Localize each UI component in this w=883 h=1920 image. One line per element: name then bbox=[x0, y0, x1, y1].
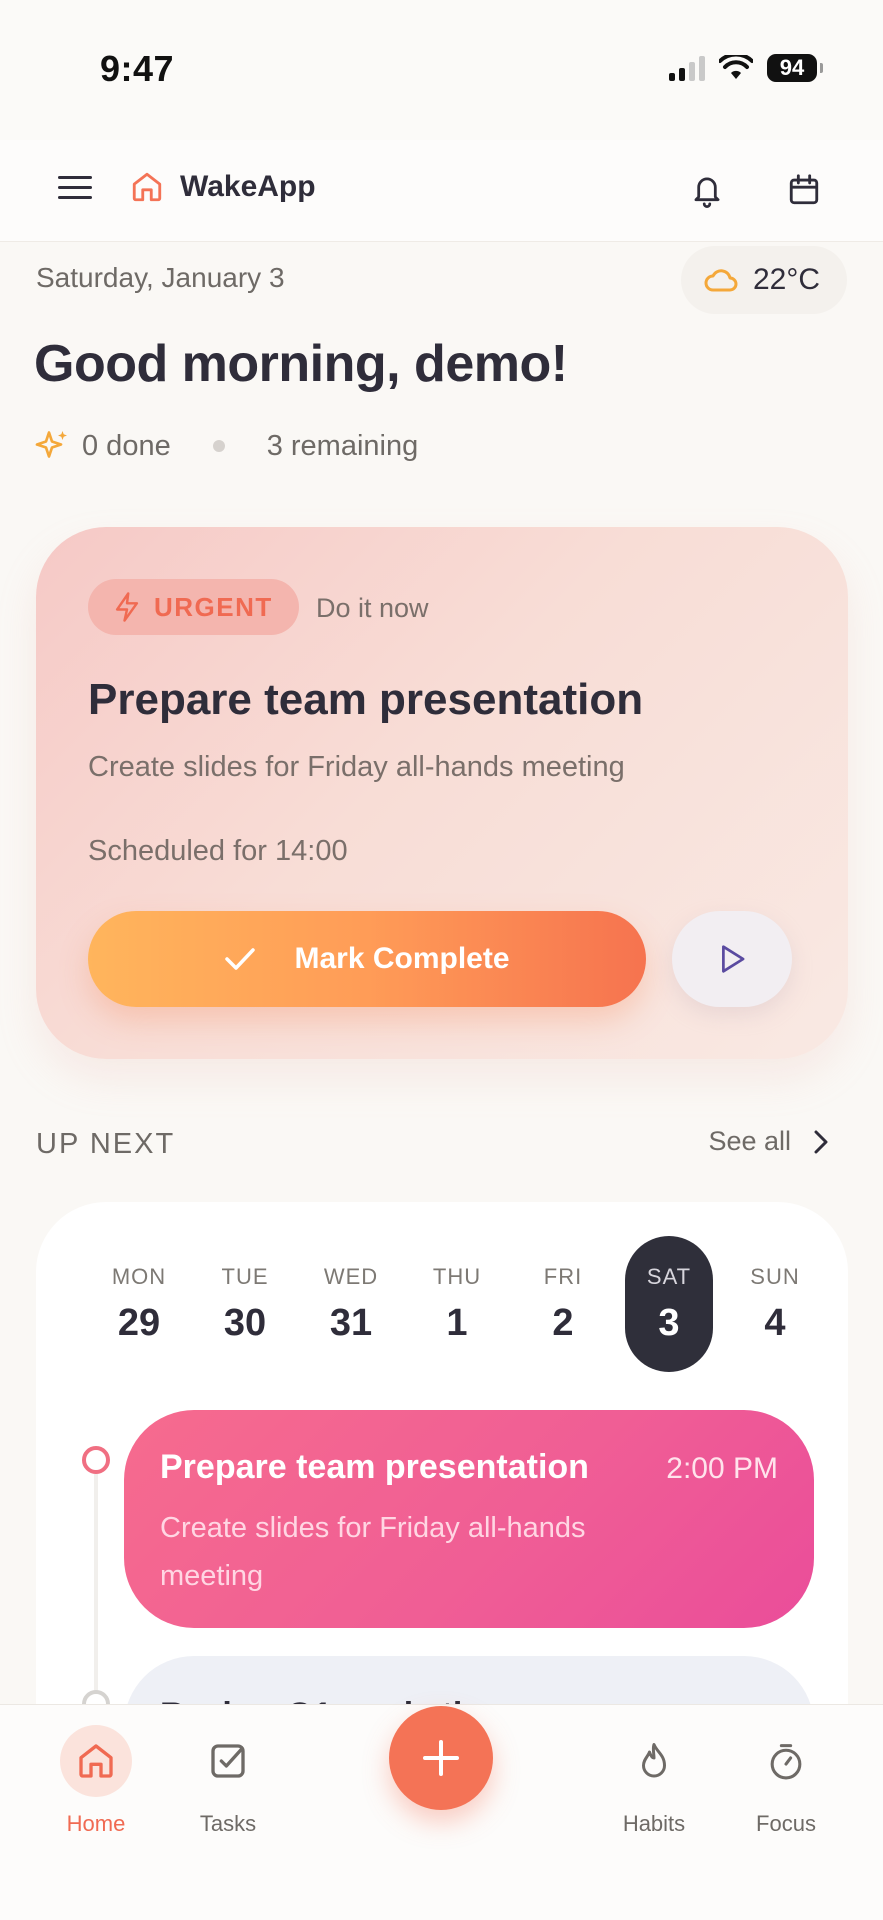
menu-button[interactable] bbox=[58, 176, 92, 206]
status-time: 9:47 bbox=[100, 48, 175, 89]
add-task-button[interactable] bbox=[389, 1706, 493, 1810]
top-nav: WakeApp bbox=[0, 140, 883, 242]
bell-icon bbox=[694, 177, 720, 208]
tab-label: Tasks bbox=[199, 1811, 257, 1836]
day-fri[interactable]: FRI 2 bbox=[510, 1236, 616, 1372]
event-card[interactable]: Prepare team presentation 2:00 PM Create… bbox=[124, 1410, 814, 1628]
timer-icon bbox=[750, 1725, 822, 1797]
tab-label: Habits bbox=[622, 1811, 686, 1836]
urgent-label: URGENT bbox=[154, 591, 273, 622]
calendar-button[interactable] bbox=[782, 168, 826, 212]
wifi-icon bbox=[719, 55, 753, 79]
play-icon bbox=[722, 945, 745, 973]
timeline-dot bbox=[82, 1446, 110, 1474]
week-selector: MON 29 TUE 30 WED 31 THU 1 FRI 2 SAT 3 S… bbox=[86, 1236, 828, 1372]
app-name: WakeApp bbox=[180, 170, 316, 203]
notifications-button[interactable] bbox=[685, 168, 729, 212]
up-next-title: UP NEXT bbox=[36, 1128, 176, 1160]
tab-label: Home bbox=[66, 1811, 126, 1836]
urgent-task-card: URGENT Do it now Prepare team presentati… bbox=[36, 527, 848, 1059]
separator-dot bbox=[212, 440, 225, 452]
day-thu[interactable]: THU 1 bbox=[404, 1236, 510, 1372]
chevron-right-icon bbox=[814, 1130, 828, 1153]
home-logo-icon bbox=[132, 172, 162, 202]
weather-pill: 22°C bbox=[681, 246, 847, 314]
urgent-badge: URGENT bbox=[88, 579, 299, 635]
tab-habits[interactable]: Habits bbox=[594, 1725, 714, 1837]
urgent-task-title: Prepare team presentation bbox=[88, 675, 644, 724]
status-bar: 9:47 94 bbox=[0, 0, 883, 140]
plus-icon bbox=[423, 1740, 459, 1776]
day-tue[interactable]: TUE 30 bbox=[192, 1236, 298, 1372]
signal-icon bbox=[669, 55, 705, 81]
lightning-icon bbox=[115, 592, 139, 622]
event-description: Create slides for Friday all-hands meeti… bbox=[160, 1512, 586, 1592]
done-count: 0 done bbox=[82, 429, 171, 462]
event-time: 2:00 PM bbox=[666, 1452, 778, 1485]
home-icon bbox=[60, 1725, 132, 1797]
cloud-icon bbox=[704, 269, 738, 292]
sparkles-icon bbox=[35, 431, 67, 458]
schedule-card: MON 29 TUE 30 WED 31 THU 1 FRI 2 SAT 3 S… bbox=[36, 1202, 848, 1856]
checkbox-icon bbox=[192, 1725, 264, 1797]
day-wed[interactable]: WED 31 bbox=[298, 1236, 404, 1372]
check-icon bbox=[225, 948, 256, 970]
greeting: Good morning, demo! bbox=[34, 335, 568, 393]
day-sun[interactable]: SUN 4 bbox=[722, 1236, 828, 1372]
urgent-task-schedule: Scheduled for 14:00 bbox=[88, 835, 348, 867]
urgent-task-description: Create slides for Friday all-hands meeti… bbox=[88, 751, 625, 783]
tab-label: Focus bbox=[756, 1811, 816, 1836]
weather-temp: 22°C bbox=[753, 263, 821, 296]
see-all-link[interactable]: See all bbox=[708, 1126, 829, 1157]
status-icons: 94 bbox=[669, 54, 823, 82]
flame-icon bbox=[618, 1725, 690, 1797]
brand: WakeApp bbox=[130, 170, 316, 204]
remaining-count: 3 remaining bbox=[266, 429, 419, 462]
battery-icon: 94 bbox=[767, 54, 823, 82]
day-sat-selected[interactable]: SAT 3 bbox=[625, 1236, 713, 1372]
calendar-icon bbox=[789, 174, 819, 205]
date-text: Saturday, January 3 bbox=[36, 262, 285, 293]
task-stats: 0 done 3 remaining bbox=[34, 428, 418, 464]
see-all-label: See all bbox=[708, 1126, 791, 1156]
tab-tasks[interactable]: Tasks bbox=[168, 1725, 288, 1837]
mark-complete-button[interactable]: Mark Complete bbox=[88, 911, 646, 1007]
tab-focus[interactable]: Focus bbox=[726, 1725, 846, 1837]
tab-home[interactable]: Home bbox=[36, 1725, 156, 1837]
start-focus-button[interactable] bbox=[672, 911, 792, 1007]
mark-complete-label: Mark Complete bbox=[294, 942, 510, 975]
event-title: Prepare team presentation bbox=[160, 1448, 589, 1486]
urgent-hint: Do it now bbox=[316, 593, 429, 623]
day-mon[interactable]: MON 29 bbox=[86, 1236, 192, 1372]
